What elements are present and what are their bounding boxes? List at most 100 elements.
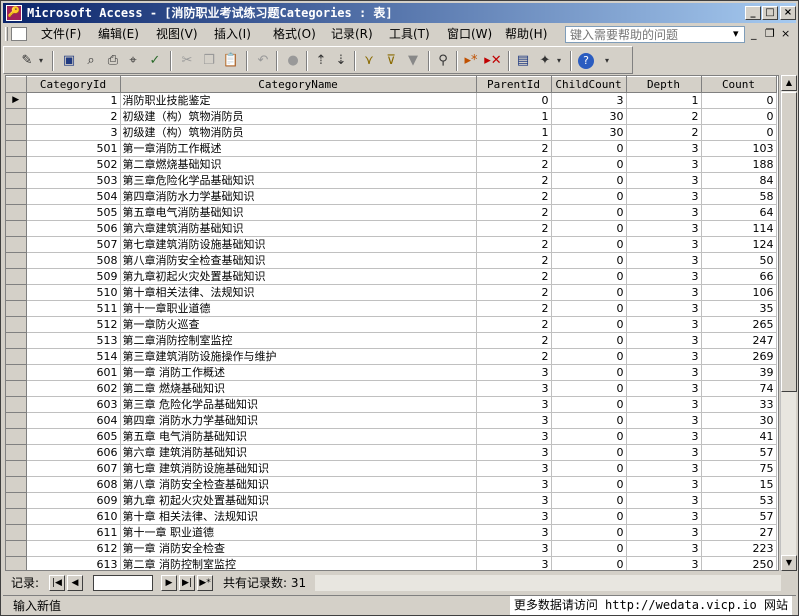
table-cell[interactable]: 106 xyxy=(701,284,777,301)
row-selector[interactable] xyxy=(6,348,27,365)
table-cell[interactable]: 2 xyxy=(476,172,552,189)
table-cell[interactable]: 0 xyxy=(551,492,627,509)
cut-icon[interactable]: ✂ xyxy=(178,52,196,70)
table-cell[interactable]: 第四章消防水力学基础知识 xyxy=(120,188,477,205)
table-cell[interactable]: 3 xyxy=(476,396,552,413)
sort-ascending-icon[interactable]: ⇡ xyxy=(312,52,330,70)
table-cell[interactable]: 第二章消防控制室监控 xyxy=(120,332,477,349)
row-selector[interactable] xyxy=(6,476,27,493)
table-cell[interactable]: 3 xyxy=(476,524,552,541)
table-cell[interactable]: 0 xyxy=(551,332,627,349)
table-cell[interactable]: 3 xyxy=(626,444,702,461)
table-row[interactable]: 604 第四章 消防水力学基础知识 3 0 3 30 xyxy=(6,412,777,429)
table-cell[interactable]: 0 xyxy=(701,92,777,109)
table-cell[interactable]: 505 xyxy=(26,204,121,221)
table-cell[interactable]: 30 xyxy=(551,108,627,125)
table-cell[interactable]: 2 xyxy=(476,236,552,253)
table-cell[interactable]: 第一章消防工作概述 xyxy=(120,140,477,157)
table-cell[interactable]: 265 xyxy=(701,316,777,333)
table-cell[interactable]: 第十章 相关法律、法规知识 xyxy=(120,508,477,525)
menu-format[interactable]: 格式(O) xyxy=(273,27,316,42)
table-cell[interactable]: 第七章 建筑消防设施基础知识 xyxy=(120,460,477,477)
table-cell[interactable]: 33 xyxy=(701,396,777,413)
table-cell[interactable]: 507 xyxy=(26,236,121,253)
table-cell[interactable]: 3 xyxy=(476,556,552,570)
database-window-icon[interactable]: ▤ xyxy=(514,52,532,70)
table-row[interactable]: 611 第十一章 职业道德 3 0 3 27 xyxy=(6,524,777,541)
first-record-icon[interactable]: |◀ xyxy=(49,575,65,591)
table-cell[interactable]: 第六章 建筑消防基础知识 xyxy=(120,444,477,461)
table-cell[interactable]: 114 xyxy=(701,220,777,237)
row-selector[interactable] xyxy=(6,252,27,269)
row-selector[interactable] xyxy=(6,124,27,141)
table-row[interactable]: ▶ 1 消防职业技能鉴定 0 3 1 0 xyxy=(6,92,777,109)
row-selector[interactable] xyxy=(6,556,27,570)
previous-record-icon[interactable]: ◀ xyxy=(67,575,83,591)
table-cell[interactable]: 27 xyxy=(701,524,777,541)
table-cell[interactable]: 0 xyxy=(551,204,627,221)
table-cell[interactable]: 0 xyxy=(701,108,777,125)
table-cell[interactable]: 74 xyxy=(701,380,777,397)
table-cell[interactable]: 3 xyxy=(626,172,702,189)
new-object-icon[interactable]: ✦ xyxy=(536,52,554,70)
menu-insert[interactable]: 插入(I) xyxy=(214,27,251,42)
scroll-up-icon[interactable]: ▲ xyxy=(781,75,797,91)
table-cell[interactable]: 0 xyxy=(551,476,627,493)
table-cell[interactable]: 3 xyxy=(626,140,702,157)
table-cell[interactable]: 第十一章职业道德 xyxy=(120,300,477,317)
table-cell[interactable]: 0 xyxy=(551,348,627,365)
table-cell[interactable]: 15 xyxy=(701,476,777,493)
table-row[interactable]: 513 第二章消防控制室监控 2 0 3 247 xyxy=(6,332,777,349)
help-search-input[interactable] xyxy=(565,26,745,43)
row-selector[interactable] xyxy=(6,508,27,525)
table-cell[interactable]: 3 xyxy=(626,524,702,541)
table-cell[interactable]: 第八章 消防安全检查基础知识 xyxy=(120,476,477,493)
table-cell[interactable]: 514 xyxy=(26,348,121,365)
table-cell[interactable]: 609 xyxy=(26,492,121,509)
menu-tools[interactable]: 工具(T) xyxy=(389,27,430,42)
scroll-down-icon[interactable]: ▼ xyxy=(781,555,797,571)
apply-filter-icon[interactable]: ▼ xyxy=(404,52,422,70)
print-icon[interactable]: ⎙ xyxy=(104,52,122,70)
table-cell[interactable]: 3 xyxy=(476,428,552,445)
table-row[interactable]: 609 第九章 初起火灾处置基础知识 3 0 3 53 xyxy=(6,492,777,509)
table-icon[interactable] xyxy=(11,27,27,41)
table-cell[interactable]: 602 xyxy=(26,380,121,397)
table-cell[interactable]: 3 xyxy=(626,476,702,493)
table-cell[interactable]: 3 xyxy=(626,156,702,173)
table-cell[interactable]: 53 xyxy=(701,492,777,509)
mdi-minimize-button[interactable]: _ xyxy=(751,28,757,40)
table-cell[interactable]: 0 xyxy=(551,284,627,301)
table-cell[interactable]: 2 xyxy=(476,332,552,349)
table-cell[interactable]: 3 xyxy=(26,124,121,141)
table-cell[interactable]: 3 xyxy=(626,380,702,397)
row-selector[interactable] xyxy=(6,444,27,461)
table-cell[interactable]: 1 xyxy=(26,92,121,109)
menu-window[interactable]: 窗口(W) xyxy=(447,27,492,42)
table-cell[interactable]: 188 xyxy=(701,156,777,173)
table-cell[interactable]: 第二章燃烧基础知识 xyxy=(120,156,477,173)
access-key-icon[interactable]: 🔑 xyxy=(6,5,22,21)
table-cell[interactable]: 0 xyxy=(551,428,627,445)
table-row[interactable]: 504 第四章消防水力学基础知识 2 0 3 58 xyxy=(6,188,777,205)
table-row[interactable]: 505 第五章电气消防基础知识 2 0 3 64 xyxy=(6,204,777,221)
table-cell[interactable]: 0 xyxy=(551,540,627,557)
table-row[interactable]: 2 初级建（构）筑物消防员 1 30 2 0 xyxy=(6,108,777,125)
table-cell[interactable]: 0 xyxy=(551,444,627,461)
last-record-icon[interactable]: ▶| xyxy=(179,575,195,591)
table-cell[interactable]: 57 xyxy=(701,508,777,525)
table-cell[interactable]: 247 xyxy=(701,332,777,349)
table-cell[interactable]: 611 xyxy=(26,524,121,541)
table-row[interactable]: 508 第八章消防安全检查基础知识 2 0 3 50 xyxy=(6,252,777,269)
next-record-icon[interactable]: ▶ xyxy=(161,575,177,591)
table-cell[interactable]: 第九章初起火灾处置基础知识 xyxy=(120,268,477,285)
table-cell[interactable]: 3 xyxy=(626,412,702,429)
table-cell[interactable]: 3 xyxy=(626,204,702,221)
table-cell[interactable]: 初级建（构）筑物消防员 xyxy=(120,108,477,125)
table-cell[interactable]: 0 xyxy=(551,300,627,317)
table-cell[interactable]: 39 xyxy=(701,364,777,381)
table-row[interactable]: 510 第十章相关法律、法规知识 2 0 3 106 xyxy=(6,284,777,301)
table-cell[interactable]: 第三章建筑消防设施操作与维护 xyxy=(120,348,477,365)
table-row[interactable]: 3 初级建（构）筑物消防员 1 30 2 0 xyxy=(6,124,777,141)
table-cell[interactable]: 0 xyxy=(551,252,627,269)
